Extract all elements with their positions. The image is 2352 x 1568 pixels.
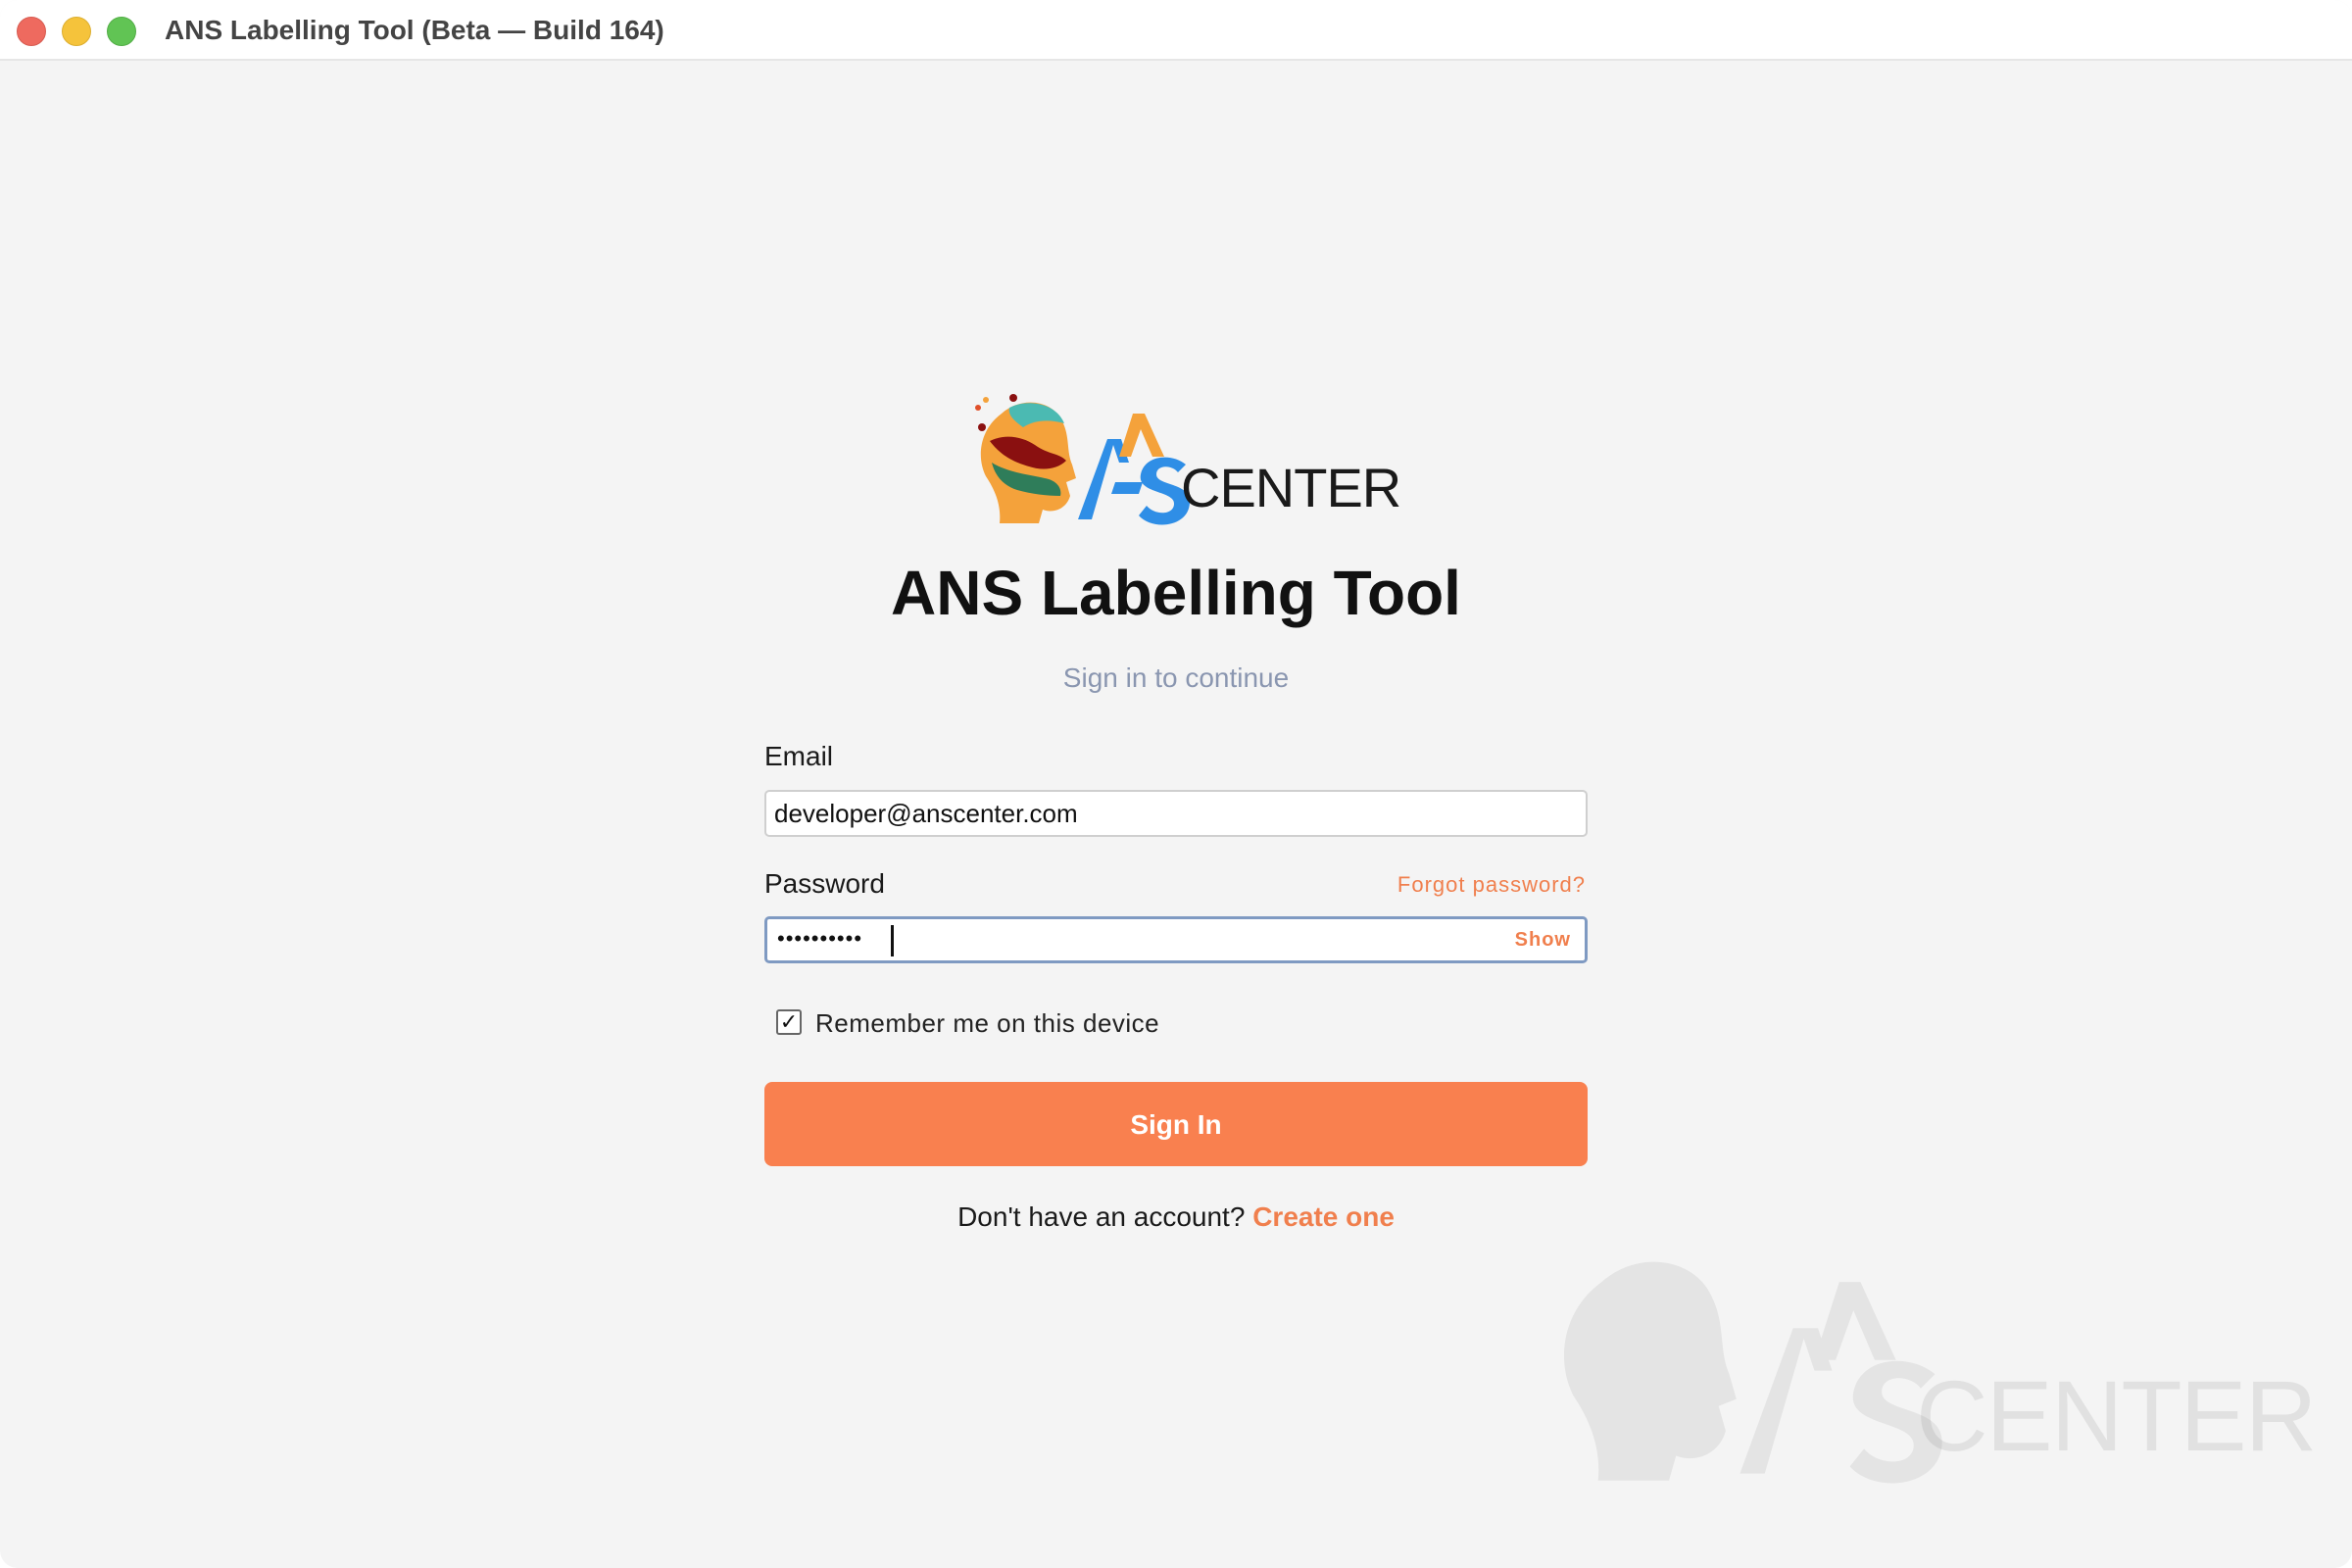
minimize-window-button[interactable]: [62, 17, 91, 46]
logo-wordmark: CENTER: [1181, 457, 1401, 518]
title-bar: ANS Labelling Tool (Beta — Build 164): [0, 0, 2352, 61]
text-caret: [891, 925, 894, 956]
signup-prompt: Don't have an account?: [957, 1201, 1246, 1232]
password-field[interactable]: •••••••••• Show: [764, 916, 1588, 963]
forgot-password-link[interactable]: Forgot password?: [1372, 869, 1586, 901]
check-icon: ✓: [779, 1009, 799, 1034]
maximize-window-button[interactable]: [107, 17, 136, 46]
show-password-button[interactable]: Show: [1515, 919, 1571, 960]
email-label: Email: [764, 741, 834, 771]
page-title: ANS Labelling Tool: [891, 558, 1461, 628]
signup-prompt-row: Don't have an account? Create one: [0, 1198, 2352, 1237]
password-label: Password: [764, 868, 885, 899]
email-field[interactable]: developer@anscenter.com: [764, 790, 1588, 837]
remember-me-label[interactable]: Remember me on this device: [815, 1005, 1159, 1041]
page-subtitle: Sign in to continue: [1062, 662, 1290, 693]
remember-me-checkbox[interactable]: ✓: [776, 1009, 802, 1035]
window-title: ANS Labelling Tool (Beta — Build 164): [165, 15, 664, 45]
password-mask: ••••••••••: [777, 926, 863, 951]
close-window-button[interactable]: [17, 17, 46, 46]
create-account-link[interactable]: Create one: [1252, 1201, 1395, 1232]
watermark-wordmark: CENTER: [1916, 1360, 2317, 1472]
app-window: ANS Labelling Tool (Beta — Build 164) CE…: [0, 0, 2352, 1568]
sign-in-button[interactable]: Sign In: [764, 1082, 1588, 1166]
email-value: developer@anscenter.com: [774, 799, 1078, 828]
